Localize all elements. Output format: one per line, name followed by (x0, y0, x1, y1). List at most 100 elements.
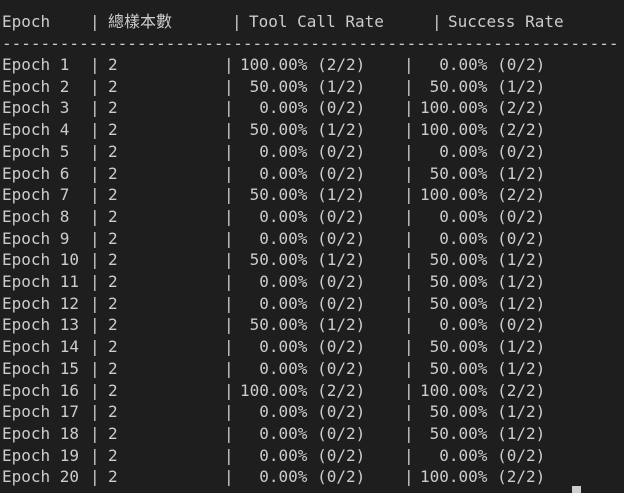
row-success-rate: 0.00% (0/2) (420, 141, 546, 161)
row-total-samples: 2 (108, 272, 118, 291)
row-epoch: Epoch 9 (2, 228, 70, 248)
row-total-samples: 2 (108, 250, 118, 270)
row-divider: | (404, 337, 414, 357)
row-divider: | (404, 76, 414, 96)
row-divider: | (224, 55, 234, 74)
row-success-rate: 50.00% (1/2) (420, 402, 546, 422)
row-divider: | (224, 76, 234, 96)
row-divider: | (224, 163, 234, 183)
row-divider: | (224, 380, 234, 400)
row-divider: | (224, 250, 234, 270)
row-tool-call-rate: 0.00% (0/2) (240, 163, 366, 183)
row-tool-call-rate: 50.00% (1/2) (240, 250, 366, 270)
row-tool-call-rate: 100.00% (2/2) (240, 55, 366, 74)
row-divider: | (404, 467, 414, 487)
row-divider: | (224, 228, 234, 248)
row-epoch: Epoch 10 (2, 250, 80, 270)
row-divider: | (90, 250, 100, 270)
row-epoch: Epoch 7 (2, 185, 70, 205)
row-success-rate: 100.00% (2/2) (420, 98, 546, 118)
row-success-rate: 100.00% (2/2) (420, 380, 546, 400)
row-tool-call-rate: 0.00% (0/2) (240, 272, 366, 291)
row-total-samples: 2 (108, 206, 118, 226)
row-success-rate: 0.00% (0/2) (420, 228, 546, 248)
row-total-samples: 2 (108, 445, 118, 465)
row-epoch: Epoch 13 (2, 315, 80, 335)
row-divider: | (90, 141, 100, 161)
row-tool-call-rate: 50.00% (1/2) (240, 185, 366, 205)
row-epoch: Epoch 2 (2, 76, 70, 96)
terminal-window[interactable]: Epoch | 總樣本數 | Tool Call Rate | Success … (0, 0, 624, 493)
row-divider: | (224, 467, 234, 487)
row-total-samples: 2 (108, 467, 118, 487)
row-divider: | (90, 293, 100, 313)
row-divider: | (90, 358, 100, 378)
row-success-rate: 0.00% (0/2) (420, 55, 546, 74)
row-divider: | (90, 337, 100, 357)
row-epoch: Epoch 8 (2, 206, 70, 226)
row-divider: | (224, 206, 234, 226)
row-total-samples: 2 (108, 55, 118, 74)
row-divider: | (90, 206, 100, 226)
row-epoch: Epoch 11 (2, 272, 80, 291)
row-divider: | (90, 98, 100, 118)
row-tool-call-rate: 0.00% (0/2) (240, 337, 366, 357)
row-total-samples: 2 (108, 163, 118, 183)
row-total-samples: 2 (108, 293, 118, 313)
row-divider: | (224, 402, 234, 422)
row-divider: | (224, 423, 234, 443)
row-success-rate: 50.00% (1/2) (420, 423, 546, 443)
row-tool-call-rate: 0.00% (0/2) (240, 141, 366, 161)
row-divider: | (90, 402, 100, 422)
row-tool-call-rate: 50.00% (1/2) (240, 120, 366, 140)
row-tool-call-rate: 0.00% (0/2) (240, 98, 366, 118)
row-success-rate: 50.00% (1/2) (420, 293, 546, 313)
row-divider: | (404, 206, 414, 226)
row-divider: | (404, 402, 414, 422)
header-separator: ----------------------------------------… (2, 34, 620, 53)
row-tool-call-rate: 100.00% (2/2) (240, 380, 366, 400)
row-divider: | (90, 423, 100, 443)
header-total-samples: 總樣本數 (108, 12, 173, 31)
row-epoch: Epoch 20 (2, 467, 80, 487)
row-success-rate: 50.00% (1/2) (420, 76, 546, 96)
row-tool-call-rate: 0.00% (0/2) (240, 293, 366, 313)
row-total-samples: 2 (108, 120, 118, 140)
row-tool-call-rate: 0.00% (0/2) (240, 206, 366, 226)
row-divider: | (90, 380, 100, 400)
row-divider: | (224, 337, 234, 357)
row-divider: | (224, 185, 234, 205)
row-tool-call-rate: 0.00% (0/2) (240, 402, 366, 422)
row-total-samples: 2 (108, 315, 118, 335)
row-success-rate: 0.00% (0/2) (420, 315, 546, 335)
row-total-samples: 2 (108, 141, 118, 161)
row-divider: | (224, 315, 234, 335)
row-epoch: Epoch 18 (2, 423, 80, 443)
row-success-rate: 50.00% (1/2) (420, 250, 546, 270)
row-total-samples: 2 (108, 380, 118, 400)
row-tool-call-rate: 0.00% (0/2) (240, 228, 366, 248)
row-divider: | (224, 445, 234, 465)
row-divider: | (404, 358, 414, 378)
row-tool-call-rate: 0.00% (0/2) (240, 358, 366, 378)
row-epoch: Epoch 15 (2, 358, 80, 378)
row-divider: | (90, 185, 100, 205)
row-epoch: Epoch 4 (2, 120, 70, 140)
row-success-rate: 50.00% (1/2) (420, 337, 546, 357)
row-divider: | (224, 358, 234, 378)
row-divider: | (90, 228, 100, 248)
row-tool-call-rate: 50.00% (1/2) (240, 315, 366, 335)
row-divider: | (404, 55, 414, 74)
table-header: Epoch | 總樣本數 | Tool Call Rate | Success … (2, 11, 564, 32)
row-divider: | (90, 163, 100, 183)
row-epoch: Epoch 12 (2, 293, 80, 313)
header-divider: | (232, 12, 242, 31)
row-divider: | (404, 380, 414, 400)
row-divider: | (90, 76, 100, 96)
row-tool-call-rate: 0.00% (0/2) (240, 423, 366, 443)
row-success-rate: 50.00% (1/2) (420, 272, 546, 291)
row-epoch: Epoch 14 (2, 337, 80, 357)
row-epoch: Epoch 3 (2, 98, 70, 118)
row-success-rate: 50.00% (1/2) (420, 358, 546, 378)
header-epoch: Epoch (2, 12, 51, 31)
